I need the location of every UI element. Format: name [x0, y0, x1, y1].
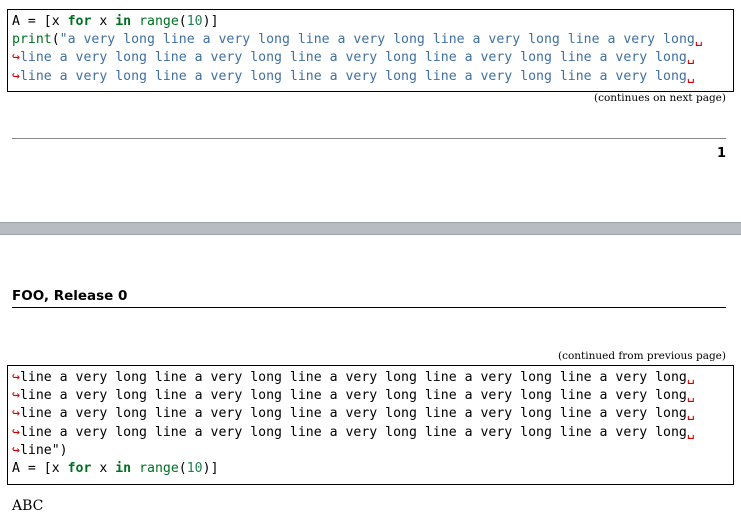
code-token: line a very long line a very long line a…	[19, 370, 687, 385]
code-token: print	[12, 32, 52, 48]
code-token: line a very long line a very long line a…	[19, 68, 687, 84]
code-token: )]	[202, 460, 219, 476]
page-separator	[0, 222, 741, 235]
code-token: line")	[19, 442, 68, 458]
code-token: line a very long line a very long line a…	[19, 50, 687, 66]
code-token: 10	[186, 14, 203, 29]
line-wrap-marker: ↪	[12, 68, 20, 84]
continues-note: (continues on next page)	[594, 92, 726, 104]
line-wrap-marker: ␣	[694, 32, 703, 48]
line-wrap-marker: ␣	[686, 50, 695, 66]
line-wrap-marker: ↪	[12, 370, 20, 385]
code-line: ↪line a very long line a very long line …	[12, 68, 733, 86]
code-token: (	[51, 32, 60, 48]
code-token: 10	[186, 460, 203, 476]
code-line: ↪line a very long line a very long line …	[12, 49, 733, 67]
code-token: range	[139, 460, 179, 476]
paragraph-text: ABC	[12, 498, 44, 514]
continued-note: (continued from previous page)	[557, 350, 726, 362]
code-line: A = [x for x in range(10)]	[12, 13, 733, 31]
line-wrap-marker: ␣	[686, 370, 695, 385]
code-block-page2: ↪line a very long line a very long line …	[7, 365, 734, 485]
line-wrap-marker: ↪	[12, 442, 20, 458]
code-token: in	[115, 14, 132, 29]
code-line: ↪line")	[12, 442, 733, 460]
code-token: x	[91, 14, 116, 29]
page-number: 1	[716, 146, 726, 161]
code-token: in	[115, 460, 132, 476]
code-line: ↪line a very long line a very long line …	[12, 369, 733, 387]
code-token: )]	[202, 14, 219, 29]
header-rule	[12, 307, 726, 308]
code-token: line a very long line a very long line a…	[19, 388, 687, 404]
footer-rule	[12, 138, 726, 139]
code-line: ↪line a very long line a very long line …	[12, 424, 733, 442]
line-wrap-marker: ␣	[686, 406, 695, 422]
code-token: A = [x	[12, 14, 68, 29]
code-token: line a very long line a very long line a…	[19, 406, 687, 422]
line-wrap-marker: ␣	[686, 388, 695, 404]
code-token: for	[67, 14, 92, 29]
line-wrap-marker: ↪	[12, 406, 20, 422]
line-wrap-marker: ↪	[12, 50, 20, 66]
line-wrap-marker: ↪	[12, 388, 20, 404]
code-line: A = [x for x in range(10)]	[12, 460, 733, 478]
code-block-page1: A = [x for x in range(10)] print("a very …	[7, 9, 734, 92]
code-token: "a very long line a very long line a ver…	[59, 32, 695, 48]
code-line: print("a very long line a very long line…	[12, 31, 733, 49]
code-token: (	[178, 460, 187, 476]
line-wrap-marker: ␣	[686, 68, 695, 84]
code-token: range	[139, 14, 179, 29]
code-token: (	[178, 14, 187, 29]
line-wrap-marker: ↪	[12, 424, 20, 440]
code-token: x	[91, 460, 116, 476]
code-token: for	[67, 460, 92, 476]
code-line: ↪line a very long line a very long line …	[12, 387, 733, 405]
code-token: line a very long line a very long line a…	[19, 424, 687, 440]
code-token: A = [x	[12, 460, 68, 476]
line-wrap-marker: ␣	[686, 424, 695, 440]
running-header-title: FOO, Release 0	[12, 288, 128, 304]
code-line: ↪line a very long line a very long line …	[12, 405, 733, 423]
